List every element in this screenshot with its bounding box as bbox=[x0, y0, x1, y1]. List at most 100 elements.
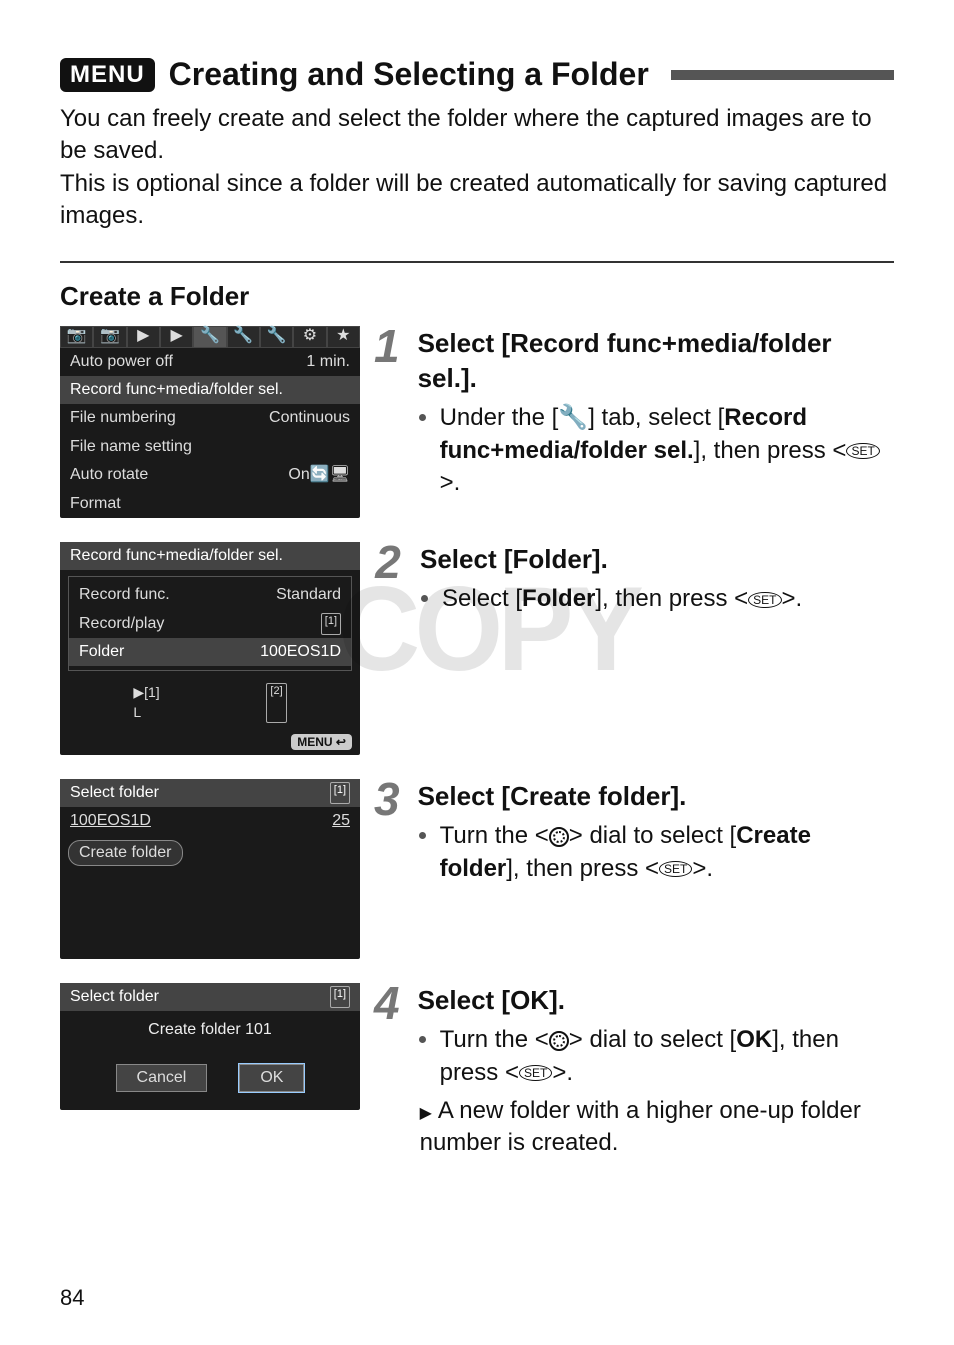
set-icon: SET bbox=[846, 443, 879, 459]
menu-label: Record func+media/folder sel. bbox=[70, 379, 283, 401]
step-number-1: 1 bbox=[374, 326, 400, 518]
menu-back-label: MENU ↩ bbox=[291, 734, 352, 750]
text: >. bbox=[552, 1059, 573, 1086]
menu-label: Format bbox=[70, 493, 121, 515]
menu-label: File name setting bbox=[70, 436, 192, 458]
text: >. bbox=[782, 585, 803, 612]
tab-icon: ★ bbox=[327, 326, 360, 348]
menu-value: On🔄🖥 bbox=[288, 464, 350, 486]
text: > dial to select [ bbox=[569, 822, 736, 849]
card-icon: [1] bbox=[330, 986, 350, 1008]
step-4: Select folder [1] Create folder 101 Cance… bbox=[60, 983, 894, 1166]
tab-icon: 📷 bbox=[93, 326, 126, 348]
menu-label: Record/play bbox=[79, 613, 164, 635]
card-icon: ▶[1] bbox=[133, 683, 159, 703]
screen-header: Select folder [1] bbox=[60, 983, 360, 1011]
horizontal-rule bbox=[60, 261, 894, 263]
dial-icon bbox=[549, 1031, 569, 1051]
screenshot-1: 📷 📷 ▶ ▶ 🔧 🔧 🔧 ⚙ ★ Auto power off 1 min. R… bbox=[60, 326, 360, 518]
menu-label: Record func. bbox=[79, 584, 170, 606]
text: ], then press < bbox=[694, 437, 847, 464]
page-title-row: MENU Creating and Selecting a Folder bbox=[60, 56, 894, 93]
tab-icon: 📷 bbox=[60, 326, 93, 348]
step-3: Select folder[1] 100EOS1D25 Create folde… bbox=[60, 779, 894, 959]
wrench-icon: 🔧 bbox=[558, 402, 588, 434]
menu-badge: MENU bbox=[60, 58, 155, 92]
header-text: Select folder bbox=[70, 986, 159, 1008]
step-4-heading: Select [OK]. bbox=[418, 983, 894, 1018]
menu-label: Folder bbox=[79, 641, 124, 663]
step-2-heading: Select [Folder]. bbox=[420, 542, 802, 577]
menu-row-selected: Folder 100EOS1D bbox=[69, 638, 351, 666]
tab-icon: ▶ bbox=[127, 326, 160, 348]
header-text: Select folder bbox=[70, 782, 159, 804]
cancel-button: Cancel bbox=[116, 1064, 208, 1092]
intro-p2: This is optional since a folder will be … bbox=[60, 168, 894, 233]
text: Under the [ bbox=[440, 404, 559, 431]
menu-row: File numberingContinuous bbox=[60, 404, 360, 432]
page-number: 84 bbox=[60, 1285, 84, 1311]
menu-row: Auto rotate On🔄🖥 bbox=[60, 461, 360, 489]
step-3-text: Select [Create folder]. Turn the < > dial… bbox=[418, 779, 894, 959]
text: ] tab, select [ bbox=[588, 404, 724, 431]
menu-row: File name setting bbox=[60, 433, 360, 461]
set-icon: SET bbox=[519, 1065, 552, 1081]
bold-item: OK bbox=[736, 1026, 772, 1053]
screenshot-2: Record func+media/folder sel. Record fun… bbox=[60, 542, 360, 755]
text: ], then press < bbox=[506, 855, 659, 882]
step-4-bullet-2: A new folder with a higher one-up folder… bbox=[420, 1095, 894, 1160]
menu-value: Standard bbox=[276, 584, 341, 606]
set-icon: SET bbox=[659, 861, 692, 877]
tab-wrench-icon: 🔧 bbox=[193, 326, 226, 348]
folder-count: 25 bbox=[332, 810, 350, 832]
screen-header: Select folder[1] bbox=[60, 779, 360, 807]
create-folder-pill: Create folder bbox=[68, 840, 183, 866]
size-label: L bbox=[133, 703, 159, 723]
intro-p1: You can freely create and select the fol… bbox=[60, 103, 894, 168]
tab-icon: ⚙ bbox=[293, 326, 326, 348]
text: >. bbox=[440, 469, 461, 496]
confirm-buttons: Cancel OK bbox=[60, 1050, 360, 1110]
menu-value: 1 min. bbox=[306, 351, 350, 373]
menu-label: Auto power off bbox=[70, 351, 173, 373]
text: Turn the < bbox=[440, 822, 549, 849]
text: >. bbox=[692, 855, 713, 882]
page-title: Creating and Selecting a Folder bbox=[169, 56, 649, 93]
dial-icon bbox=[549, 827, 569, 847]
screenshot-4: Select folder [1] Create folder 101 Cance… bbox=[60, 983, 360, 1166]
menu-value: 100EOS1D bbox=[260, 641, 341, 663]
menu-row-selected: Record func+media/folder sel. bbox=[60, 376, 360, 404]
step-number-4: 4 bbox=[374, 983, 400, 1166]
menu-label: Auto rotate bbox=[70, 464, 148, 486]
card-icons-row: ▶[1]L [2] bbox=[60, 677, 360, 728]
menu-tabs: 📷 📷 ▶ ▶ 🔧 🔧 🔧 ⚙ ★ bbox=[60, 326, 360, 348]
menu-back: MENU ↩ bbox=[60, 729, 360, 755]
step-4-bullet-1: Turn the <> dial to select [OK], then pr… bbox=[440, 1024, 894, 1089]
section-subhead: Create a Folder bbox=[60, 281, 894, 312]
step-1-heading: Select [Record func+media/folder sel.]. bbox=[418, 326, 894, 396]
screen-header: Record func+media/folder sel. bbox=[60, 542, 360, 570]
step-2: Record func+media/folder sel. Record fun… bbox=[60, 542, 894, 755]
step-1-text: Select [Record func+media/folder sel.]. … bbox=[418, 326, 894, 518]
confirm-text: Create folder 101 bbox=[60, 1011, 360, 1049]
step-1: 📷 📷 ▶ ▶ 🔧 🔧 🔧 ⚙ ★ Auto power off 1 min. R… bbox=[60, 326, 894, 518]
text: ], then press < bbox=[595, 585, 748, 612]
folder-row: 100EOS1D25 bbox=[60, 807, 360, 835]
ok-button: OK bbox=[239, 1064, 304, 1092]
step-3-bullet: Turn the <> dial to select [Create folde… bbox=[440, 820, 894, 885]
step-3-heading: Select [Create folder]. bbox=[418, 779, 894, 814]
bold-item: Folder bbox=[522, 585, 595, 612]
intro-text: You can freely create and select the fol… bbox=[60, 103, 894, 233]
step-number-2: 2 bbox=[374, 542, 402, 755]
step-number-3: 3 bbox=[374, 779, 400, 959]
text: Select [ bbox=[442, 585, 522, 612]
step-2-text: Select [Folder]. Select [Folder], then p… bbox=[420, 542, 802, 755]
menu-row: Record func. Standard bbox=[69, 581, 351, 609]
step-4-text: Select [OK]. Turn the < > dial to select … bbox=[418, 983, 894, 1166]
tab-icon: 🔧 bbox=[227, 326, 260, 348]
text: > dial to select [ bbox=[569, 1026, 736, 1053]
text: Turn the < bbox=[440, 1026, 549, 1053]
text: A new folder with a higher one-up folder… bbox=[420, 1097, 861, 1156]
menu-value: Continuous bbox=[269, 407, 350, 429]
step-2-bullet: Select [Folder], then press <SET>. bbox=[442, 583, 802, 615]
